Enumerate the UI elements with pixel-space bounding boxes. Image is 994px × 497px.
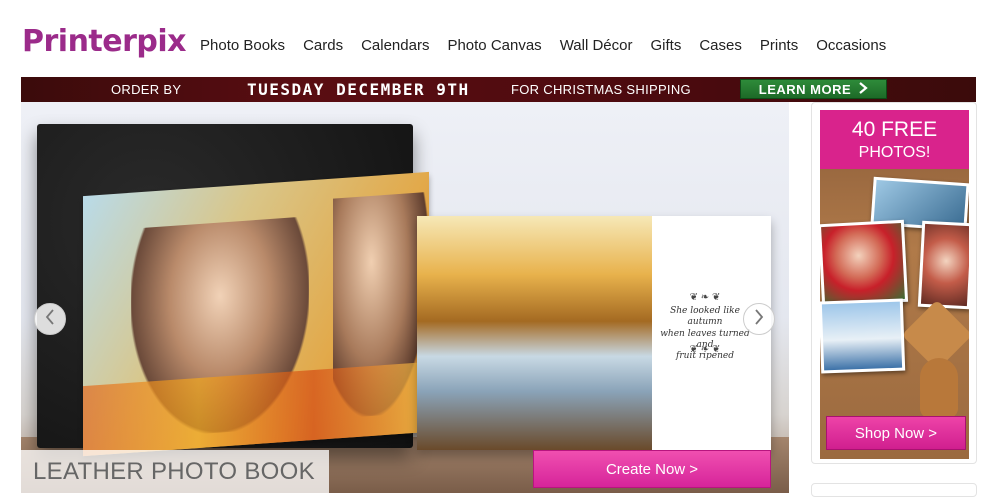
- hero-caption: LEATHER PHOTO BOOK: [21, 450, 329, 493]
- nav-item-prints[interactable]: Prints: [760, 37, 798, 54]
- learn-more-label: LEARN MORE: [758, 81, 852, 97]
- promo-date: TUESDAY DECEMBER 9TH: [247, 80, 470, 99]
- nav-item-cards[interactable]: Cards: [303, 37, 343, 54]
- ad-header: 40 FREE PHOTOS!: [820, 110, 969, 169]
- ornament-bottom-icon: ❦ ❧ ❦: [689, 344, 721, 355]
- christmas-shipping-banner[interactable]: ORDER BY TUESDAY DECEMBER 9TH FOR CHRIST…: [21, 77, 976, 102]
- ad-subline: PHOTOS!: [858, 144, 931, 161]
- nav-item-photo-books[interactable]: Photo Books: [200, 37, 285, 54]
- sidebar-next-panel: [811, 483, 977, 497]
- learn-more-button[interactable]: LEARN MORE: [740, 79, 887, 99]
- shop-now-button[interactable]: Shop Now >: [826, 416, 966, 450]
- quote-line-1: She looked like autumn: [670, 306, 740, 328]
- lake-photo-page: ❦ ❧ ❦ She looked like autumn when leaves…: [417, 216, 771, 450]
- promo-order-by: ORDER BY: [111, 82, 182, 97]
- ad-photo-family-snow: [820, 298, 906, 374]
- promo-shipping: FOR CHRISTMAS SHIPPING: [511, 82, 691, 97]
- printerpix-logo[interactable]: Printerpix: [22, 24, 187, 59]
- nav-item-wall-decor[interactable]: Wall Décor: [560, 37, 633, 54]
- chevron-right-icon: [754, 308, 764, 331]
- couple-photo-page: [83, 171, 429, 457]
- main-nav: Photo Books Cards Calendars Photo Canvas…: [200, 37, 904, 54]
- carousel-prev-button[interactable]: [34, 303, 66, 335]
- ad-headline: 40 FREE: [851, 118, 938, 141]
- ornament-top-icon: ❦ ❧ ❦: [689, 292, 721, 303]
- free-photos-ad[interactable]: 40 FREE PHOTOS! Shop Now >: [811, 102, 977, 464]
- nav-item-calendars[interactable]: Calendars: [361, 37, 429, 54]
- gingerbread-image: [920, 358, 958, 418]
- ad-photo-child-santa: [820, 219, 909, 307]
- carousel-next-button[interactable]: [743, 303, 775, 335]
- site-header: Printerpix Photo Books Cards Calendars P…: [0, 0, 994, 76]
- ad-background-image: 40 FREE PHOTOS! Shop Now >: [820, 110, 969, 459]
- nav-item-photo-canvas[interactable]: Photo Canvas: [447, 37, 541, 54]
- nav-item-cases[interactable]: Cases: [699, 37, 742, 54]
- autumn-lake-photo: [417, 216, 652, 450]
- nav-item-gifts[interactable]: Gifts: [650, 37, 681, 54]
- create-now-button[interactable]: Create Now >: [533, 450, 771, 488]
- ad-photo-girl: [917, 220, 969, 310]
- hero-carousel: ❦ ❧ ❦ She looked like autumn when leaves…: [21, 102, 789, 493]
- chevron-left-icon: [45, 308, 55, 331]
- chevron-right-icon: [859, 81, 868, 97]
- nav-item-occasions[interactable]: Occasions: [816, 37, 886, 54]
